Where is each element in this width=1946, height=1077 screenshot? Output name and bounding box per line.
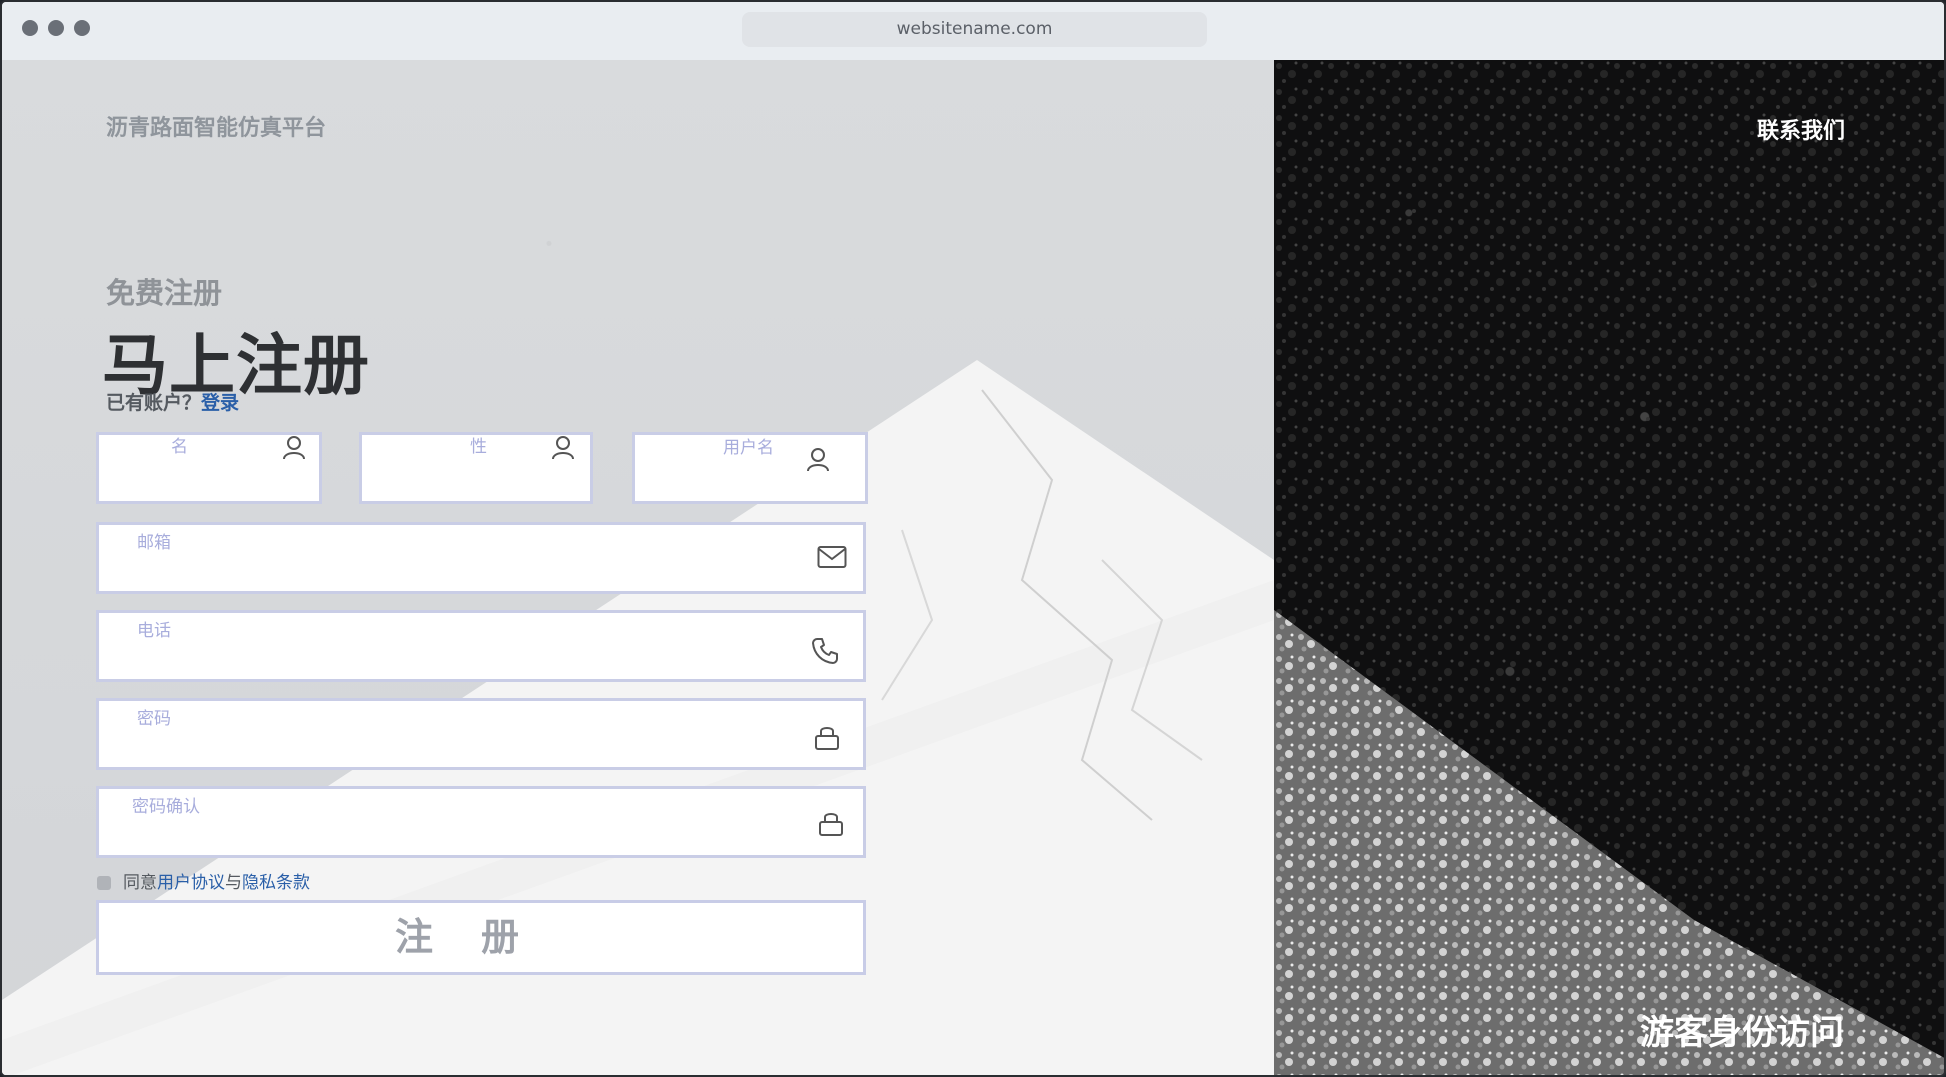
- page-content: 沥青路面智能仿真平台 免费注册 马上注册 已有账户？登录 名 性 用户名 邮箱 …: [2, 60, 1944, 1075]
- user-icon: [807, 448, 829, 472]
- minimize-dot[interactable]: [48, 20, 64, 36]
- last-name-field[interactable]: 性: [359, 432, 593, 504]
- user-icon: [283, 436, 305, 460]
- password-confirm-label: 密码确认: [132, 797, 200, 817]
- agree-and: 与: [225, 873, 242, 893]
- browser-titlebar: websitename.com: [2, 2, 1944, 61]
- privacy-link[interactable]: 隐私条款: [242, 873, 310, 893]
- close-dot[interactable]: [22, 20, 38, 36]
- terms-link[interactable]: 用户协议: [157, 873, 225, 893]
- maximize-dot[interactable]: [74, 20, 90, 36]
- login-link[interactable]: 登录: [201, 392, 239, 414]
- email-field[interactable]: 邮箱: [96, 522, 866, 594]
- password-field[interactable]: 密码: [96, 698, 866, 770]
- phone-label: 电话: [137, 621, 171, 641]
- password-label: 密码: [137, 709, 171, 729]
- lock-icon: [815, 727, 839, 750]
- password-confirm-field[interactable]: 密码确认: [96, 786, 866, 858]
- first-name-field[interactable]: 名: [96, 432, 322, 504]
- register-button[interactable]: 注册: [96, 900, 866, 975]
- agreement-row: 同意用户协议与隐私条款: [97, 868, 310, 893]
- username-field[interactable]: 用户名: [632, 432, 868, 504]
- mail-icon: [817, 546, 847, 568]
- first-name-label: 名: [171, 437, 188, 457]
- phone-field[interactable]: 电话: [96, 610, 866, 682]
- agree-checkbox[interactable]: [97, 876, 111, 890]
- agree-prefix: 同意: [123, 873, 157, 893]
- browser-window: websitename.com 沥青路面智能仿真平台 免费注册 马上注册 已有账…: [0, 0, 1946, 1077]
- form-subtitle: 免费注册: [106, 276, 223, 310]
- window-controls: [22, 20, 90, 36]
- lock-icon: [819, 813, 843, 836]
- contact-us-link[interactable]: 联系我们: [1757, 113, 1845, 145]
- guest-access-link[interactable]: 游客身份访问: [1640, 1005, 1844, 1054]
- url-bar[interactable]: websitename.com: [742, 12, 1207, 47]
- login-prompt: 已有账户？登录: [106, 388, 239, 415]
- user-icon: [552, 436, 574, 460]
- username-label: 用户名: [723, 438, 774, 458]
- asphalt-photo-panel: [1274, 60, 1944, 1075]
- phone-icon: [812, 638, 838, 664]
- register-panel: 沥青路面智能仿真平台 免费注册 马上注册 已有账户？登录 名 性 用户名 邮箱 …: [2, 60, 1274, 1075]
- brand-title: 沥青路面智能仿真平台: [106, 116, 327, 141]
- asphalt-texture: [1274, 60, 1944, 1075]
- last-name-label: 性: [470, 437, 487, 457]
- email-label: 邮箱: [137, 533, 171, 553]
- have-account-text: 已有账户？: [106, 392, 202, 414]
